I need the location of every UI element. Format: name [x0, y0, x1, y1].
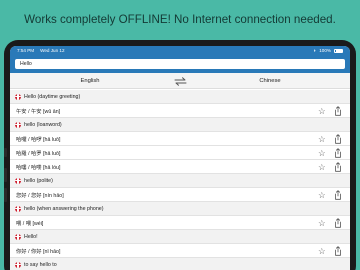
target-language-button[interactable]: Chinese [190, 78, 350, 84]
result-entry[interactable]: 你好 / 你好 [nǐ hǎo] ☆ [10, 244, 350, 258]
uk-flag-icon [15, 261, 21, 268]
header-text: to say hello to [24, 261, 57, 268]
share-icon[interactable] [334, 106, 342, 116]
wifi-icon: ◗ [313, 47, 317, 54]
result-entry[interactable]: 您好 / 您好 [nín hǎo] ☆ [10, 188, 350, 202]
entry-text: 哈嘍 / 哈喽 [hā lóu] [16, 164, 61, 171]
status-right: ◗ 100% [313, 48, 343, 54]
volume-down-button [4, 188, 7, 202]
swap-arrows-glyph [174, 76, 186, 86]
result-entry[interactable]: 哈囉 / 哈啰 [hā luō] ☆ [10, 132, 350, 146]
result-header[interactable]: hello (loanword) [10, 118, 350, 132]
battery-icon [334, 48, 343, 53]
star-outline-icon[interactable]: ☆ [318, 246, 326, 257]
uk-flag-icon [15, 233, 21, 240]
result-header[interactable]: to say hello to [10, 258, 350, 270]
entry-text: 哈羅 / 哈罗 [hā luō] [16, 150, 61, 157]
star-outline-icon[interactable]: ☆ [318, 218, 326, 229]
header-text: hello (when answering the phone) [24, 205, 104, 212]
header-text: hello (polite) [24, 177, 53, 184]
volume-up-button [4, 168, 7, 182]
language-bar: English Chinese [10, 73, 350, 89]
uk-flag-icon [15, 177, 21, 184]
share-icon[interactable] [334, 190, 342, 200]
search-input[interactable] [15, 59, 345, 69]
header-text: Hello! [24, 233, 38, 240]
share-icon[interactable] [334, 218, 342, 228]
star-outline-icon[interactable]: ☆ [318, 134, 326, 145]
result-header[interactable]: Hello (daytime greeting) [10, 90, 350, 104]
star-outline-icon[interactable]: ☆ [318, 148, 326, 159]
battery-percent: 100% [319, 48, 331, 53]
uk-flag-icon [15, 93, 21, 100]
uk-flag-icon [15, 205, 21, 212]
star-outline-icon[interactable]: ☆ [318, 190, 326, 201]
result-entry[interactable]: 喂 / 喂 [wéi] ☆ [10, 216, 350, 230]
app-screen: 7:54 PM Wed Jun 12 ◗ 100% English Chines… [10, 46, 350, 270]
swap-arrows-icon[interactable] [173, 76, 187, 86]
promo-banner-text: Works completely OFFLINE! No Internet co… [24, 12, 336, 26]
result-entry[interactable]: 哈羅 / 哈罗 [hā luō] ☆ [10, 146, 350, 160]
share-icon[interactable] [334, 134, 342, 144]
star-outline-icon[interactable]: ☆ [318, 106, 326, 117]
status-bar: 7:54 PM Wed Jun 12 ◗ 100% [10, 46, 350, 55]
entry-text: 午安 / 午安 [wǔ ān] [16, 108, 61, 115]
share-icon[interactable] [334, 162, 342, 172]
result-header[interactable]: Hello! [10, 230, 350, 244]
entry-text: 喂 / 喂 [wéi] [16, 220, 44, 227]
share-icon[interactable] [334, 246, 342, 256]
promo-banner: Works completely OFFLINE! No Internet co… [0, 0, 360, 38]
side-button [4, 148, 7, 157]
result-header[interactable]: hello (polite) [10, 174, 350, 188]
entry-text: 你好 / 你好 [nǐ hǎo] [16, 248, 61, 255]
results-list: Hello (daytime greeting) 午安 / 午安 [wǔ ān] ☆… [10, 90, 350, 270]
result-entry[interactable]: 哈嘍 / 哈喽 [hā lóu] ☆ [10, 160, 350, 174]
entry-text: 哈囉 / 哈啰 [hā luō] [16, 136, 61, 143]
uk-flag-icon [15, 121, 21, 128]
result-entry[interactable]: 午安 / 午安 [wǔ ān] ☆ [10, 104, 350, 118]
header-text: Hello (daytime greeting) [24, 93, 81, 100]
star-outline-icon[interactable]: ☆ [318, 162, 326, 173]
status-time: 7:54 PM [17, 48, 35, 53]
result-header[interactable]: hello (when answering the phone) [10, 202, 350, 216]
entry-text: 您好 / 您好 [nín hǎo] [16, 192, 64, 199]
top-bar: 7:54 PM Wed Jun 12 ◗ 100% [10, 46, 350, 73]
share-icon[interactable] [334, 148, 342, 158]
source-language-button[interactable]: English [10, 78, 170, 84]
header-text: hello (loanword) [24, 121, 62, 128]
status-date: Wed Jun 12 [40, 48, 65, 53]
